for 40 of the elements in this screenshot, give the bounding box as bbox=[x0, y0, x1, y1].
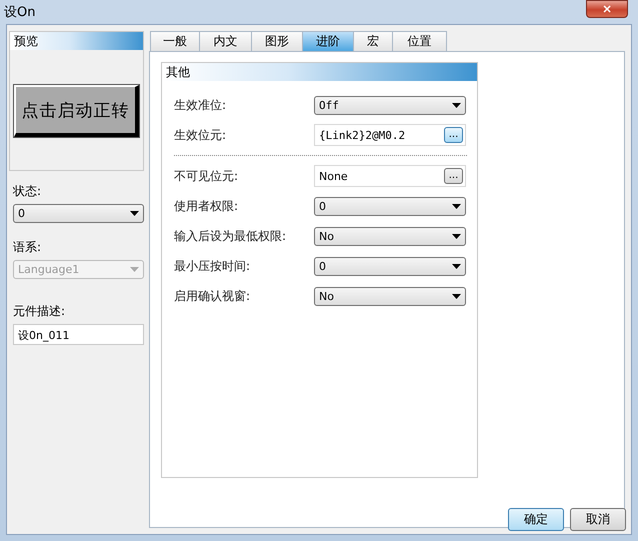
input-field[interactable]: 设0n_011 bbox=[13, 324, 144, 345]
caret-icon bbox=[452, 294, 461, 298]
field-label: 输入后设为最低权限: bbox=[174, 228, 288, 244]
field-label: 语系: bbox=[13, 239, 42, 256]
dropdown[interactable]: 0 bbox=[13, 204, 144, 223]
dropdown[interactable]: No bbox=[314, 286, 466, 306]
input-field[interactable]: None ... bbox=[314, 165, 466, 187]
tab[interactable]: 图形 bbox=[251, 31, 303, 51]
tab[interactable]: 宏 bbox=[353, 31, 393, 51]
caret-icon bbox=[452, 264, 461, 268]
close-button[interactable]: ✕ bbox=[586, 0, 628, 18]
dropdown[interactable]: No bbox=[314, 226, 466, 246]
field-label: 启用确认视窗: bbox=[174, 288, 252, 304]
caret-icon bbox=[130, 267, 139, 272]
dropdown[interactable]: Off bbox=[314, 96, 466, 114]
caret-icon bbox=[130, 211, 139, 216]
tab[interactable]: 一般 bbox=[150, 31, 200, 51]
dialog-button[interactable]: 确定 bbox=[508, 508, 564, 531]
panel-header: 预览 bbox=[10, 32, 143, 50]
field-label: 使用者权限: bbox=[174, 198, 240, 214]
field-label: 生效准位: bbox=[174, 96, 228, 114]
window-title: 设On bbox=[4, 4, 36, 21]
field-label: 不可见位元: bbox=[174, 168, 240, 184]
browse-button[interactable]: ... bbox=[444, 127, 463, 143]
tab[interactable]: 内文 bbox=[199, 31, 252, 51]
dropdown[interactable]: 0 bbox=[314, 196, 466, 216]
field-label: 生效位元: bbox=[174, 126, 228, 144]
caret-icon bbox=[452, 102, 461, 108]
field-label: 最小压按时间: bbox=[174, 258, 252, 274]
dropdown[interactable]: 0 bbox=[314, 256, 466, 276]
preview-button[interactable]: 点击启动正转 bbox=[14, 85, 139, 137]
tab[interactable]: 进阶 bbox=[302, 31, 354, 51]
dialog-button[interactable]: 取消 bbox=[570, 508, 626, 531]
caret-icon bbox=[452, 204, 461, 208]
browse-button[interactable]: ... bbox=[444, 168, 463, 184]
field-label: 状态: bbox=[13, 183, 42, 200]
field-label: 元件描述: bbox=[13, 303, 66, 320]
input-field[interactable]: {Link2}2@M0.2 ... bbox=[314, 124, 466, 146]
tab[interactable]: 位置 bbox=[392, 31, 447, 51]
caret-icon bbox=[452, 234, 461, 238]
